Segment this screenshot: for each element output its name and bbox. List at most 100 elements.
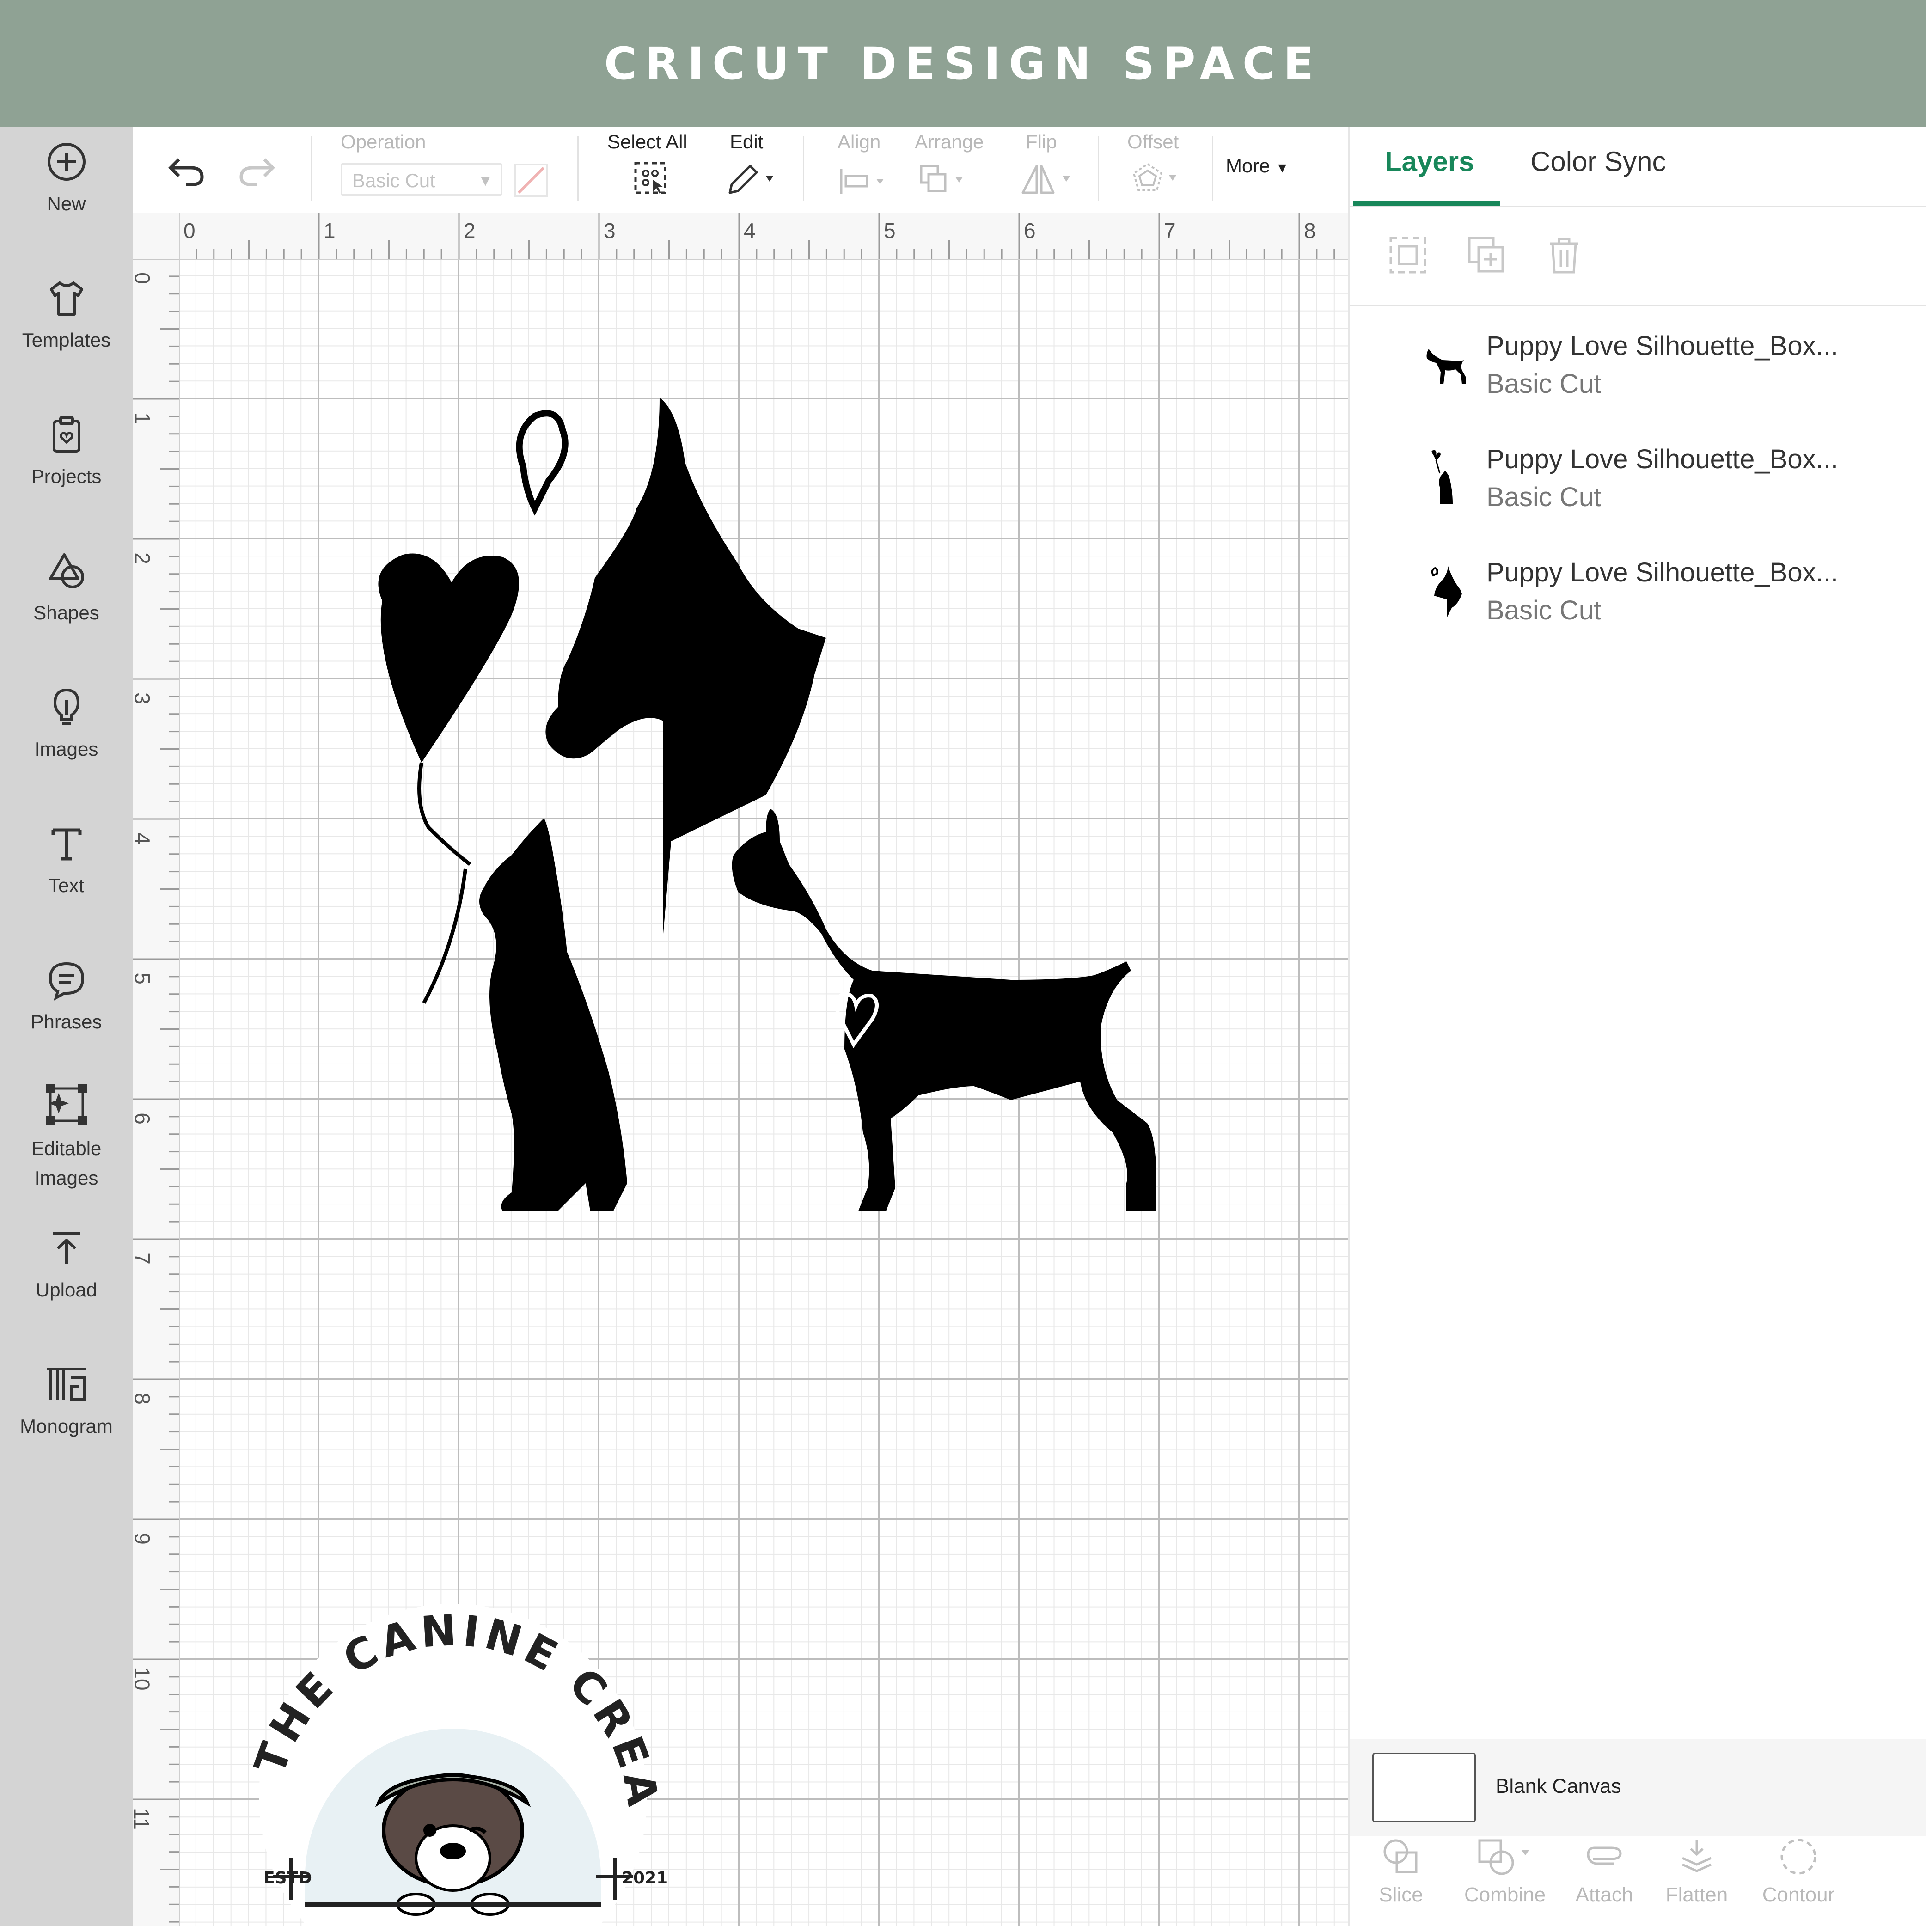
sidebar-item-phrases[interactable]: Phrases: [0, 959, 133, 1037]
sidebar-item-images[interactable]: Images: [0, 686, 133, 764]
sidebar-item-new[interactable]: New: [0, 141, 133, 219]
plus-circle-icon: [47, 143, 86, 181]
arrange-label: Arrange: [915, 131, 984, 153]
select-all-icon[interactable]: [632, 159, 669, 196]
flatten-button[interactable]: Flatten: [1660, 1836, 1734, 1907]
standing-boxer-silhouette[interactable]: [732, 809, 1156, 1211]
sidebar-item-projects[interactable]: Projects: [0, 414, 133, 491]
operation-select[interactable]: Basic Cut ▼: [341, 163, 502, 196]
layer-name: Puppy Love Silhouette_Box...: [1486, 331, 1838, 361]
layer-operation: Basic Cut: [1486, 482, 1602, 512]
edit-pen-icon[interactable]: [725, 160, 776, 197]
monogram-icon: [47, 1368, 86, 1401]
group-icon[interactable]: [1387, 234, 1429, 276]
caret-down-icon: ▼: [1275, 160, 1290, 176]
arrange-icon[interactable]: [918, 163, 974, 197]
sidebar-label-projects: Projects: [31, 465, 102, 487]
sidebar-item-upload[interactable]: Upload: [0, 1227, 133, 1305]
offset-icon[interactable]: [1131, 161, 1186, 198]
sidebar-label-shapes: Shapes: [33, 602, 99, 624]
attach-label: Attach: [1575, 1883, 1633, 1906]
layer-row[interactable]: Puppy Love Silhouette_Box... Basic Cut: [1350, 439, 1926, 541]
sidebar-label-images-2: Images: [34, 1167, 98, 1189]
flatten-label: Flatten: [1665, 1883, 1728, 1906]
color-swatch-icon[interactable]: [514, 163, 548, 197]
tab-layers[interactable]: Layers: [1385, 146, 1474, 177]
sidebar-item-templates[interactable]: Templates: [0, 277, 133, 355]
sidebar-label-text: Text: [48, 874, 85, 896]
sidebar-item-monogram[interactable]: Monogram: [0, 1363, 133, 1441]
more-label: More: [1226, 155, 1270, 177]
layer-name: Puppy Love Silhouette_Box...: [1486, 444, 1838, 474]
blank-canvas-label: Blank Canvas: [1496, 1775, 1621, 1797]
logo-estd: ESTD: [263, 1869, 312, 1888]
slice-label: Slice: [1379, 1883, 1423, 1906]
attach-button[interactable]: Attach: [1567, 1836, 1641, 1907]
layer-thumb-sitting-boxer: [1431, 450, 1453, 504]
delete-trash-icon[interactable]: [1543, 234, 1585, 276]
blank-canvas-row[interactable]: Blank Canvas: [1350, 1739, 1926, 1836]
top-toolbar: Operation Basic Cut ▼ Select All Edit Al…: [133, 127, 1348, 214]
sidebar-label-monogram: Monogram: [20, 1415, 113, 1437]
app-title: CRICUT DESIGN SPACE: [604, 37, 1322, 90]
sidebar-item-text[interactable]: Text: [0, 823, 133, 900]
speech-bubble-icon: [49, 962, 84, 1001]
align-icon[interactable]: [838, 165, 888, 197]
layer-row[interactable]: Puppy Love Silhouette_Box... Basic Cut: [1350, 552, 1926, 654]
bulb-icon: [53, 688, 79, 725]
contour-icon: [1780, 1839, 1816, 1875]
undo-icon[interactable]: [165, 150, 207, 192]
editable-image-icon: [45, 1084, 87, 1125]
left-sidebar: New Templates Projects Shapes Images Tex…: [0, 127, 133, 1926]
layer-thumb-standing-boxer: [1426, 349, 1466, 384]
flatten-icon: [1681, 1840, 1712, 1872]
slice-button[interactable]: Slice: [1364, 1836, 1438, 1907]
upload-icon: [53, 1232, 80, 1264]
sitting-boxer-silhouette[interactable]: [479, 818, 627, 1211]
text-icon: [51, 828, 81, 861]
bottom-toolbar: Slice Combine Attach Flatten Contour: [1350, 1836, 1926, 1926]
layer-name: Puppy Love Silhouette_Box...: [1486, 557, 1838, 587]
sidebar-label-editable: Editable: [31, 1137, 102, 1159]
sidebar-label-images: Images: [34, 738, 98, 760]
redo-icon[interactable]: [237, 150, 278, 192]
combine-label: Combine: [1464, 1883, 1546, 1906]
shapes-icon: [49, 553, 84, 588]
select-all-label: Select All: [607, 131, 687, 153]
app-banner: CRICUT DESIGN SPACE: [0, 0, 1926, 127]
offset-label: Offset: [1127, 131, 1179, 153]
edit-label: Edit: [730, 131, 764, 153]
layer-operation: Basic Cut: [1486, 369, 1602, 399]
layer-operation: Basic Cut: [1486, 595, 1602, 625]
sidebar-label-phrases: Phrases: [31, 1011, 102, 1033]
sidebar-label-templates: Templates: [22, 329, 111, 351]
layer-thumb-boxer-head: [1431, 566, 1462, 617]
contour-label: Contour: [1762, 1883, 1835, 1906]
duplicate-icon[interactable]: [1466, 234, 1507, 276]
layers-panel: Layers Color Sync Puppy Love Silhouette_…: [1348, 127, 1926, 1926]
contour-button[interactable]: Contour: [1759, 1836, 1838, 1907]
combine-button[interactable]: Combine: [1459, 1836, 1551, 1907]
flip-icon[interactable]: [1020, 162, 1076, 197]
sidebar-item-editable-images[interactable]: Editable Images: [0, 1079, 133, 1193]
sidebar-item-shapes[interactable]: Shapes: [0, 550, 133, 628]
layer-row[interactable]: Puppy Love Silhouette_Box... Basic Cut: [1350, 326, 1926, 428]
chevron-down-icon: ▼: [478, 172, 493, 189]
combine-icon: [1478, 1839, 1529, 1875]
active-tab-indicator: [1353, 201, 1500, 206]
operation-value: Basic Cut: [352, 170, 435, 191]
tshirt-icon: [49, 281, 83, 316]
sidebar-label-new: New: [47, 193, 86, 214]
blank-canvas-swatch[interactable]: [1372, 1753, 1476, 1822]
more-button[interactable]: More ▼: [1226, 155, 1289, 177]
sidebar-label-upload: Upload: [35, 1279, 98, 1301]
canine-creative-logo: THE CANINE CREATIVE ESTD 2021: [194, 1581, 668, 1932]
slice-icon: [1383, 1839, 1418, 1873]
tab-color-sync[interactable]: Color Sync: [1530, 146, 1666, 177]
align-label: Align: [838, 131, 881, 153]
clipboard-icon: [52, 416, 80, 453]
flip-label: Flip: [1026, 131, 1057, 153]
logo-year: 2021: [622, 1869, 668, 1888]
operation-label: Operation: [341, 131, 426, 153]
paperclip-icon: [1587, 1846, 1622, 1865]
